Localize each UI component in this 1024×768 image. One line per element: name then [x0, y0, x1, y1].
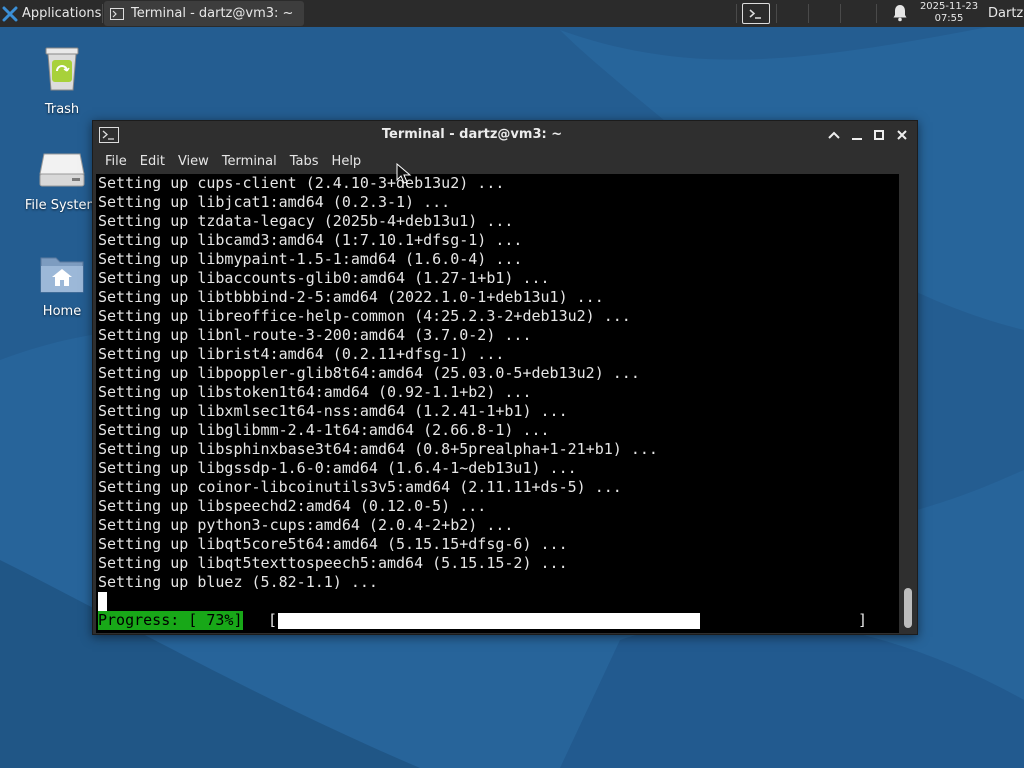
progress-open-bracket: [ — [268, 611, 278, 629]
terminal-line: Setting up libcamd3:amd64 (1:7.10.1+dfsg… — [98, 231, 523, 249]
progress-close-bracket: ] — [858, 611, 868, 629]
desktop-icon-label: Trash — [44, 102, 80, 117]
menu-file[interactable]: File — [99, 154, 133, 169]
user-menu[interactable]: Dartz — [988, 0, 1023, 27]
minimize-icon — [852, 138, 862, 140]
terminal-window: Terminal - dartz@vm3: ~ File Edit View T… — [92, 120, 918, 635]
terminal-line: Setting up libmypaint-1.5-1:amd64 (1.6.0… — [98, 250, 523, 268]
terminal-launcher-button[interactable] — [742, 3, 770, 24]
menu-help[interactable]: Help — [326, 154, 368, 169]
terminal-line: Setting up libsphinxbase3t64:amd64 (0.8+… — [98, 440, 658, 458]
chevron-up-icon — [828, 131, 840, 139]
terminal-line: Setting up libqt5core5t64:amd64 (5.15.15… — [98, 535, 568, 553]
menu-edit[interactable]: Edit — [134, 154, 171, 169]
panel-separator — [840, 4, 841, 23]
menu-tabs[interactable]: Tabs — [284, 154, 325, 169]
terminal-cursor — [98, 592, 107, 611]
home-folder-icon — [40, 257, 84, 293]
terminal-line: Setting up libglibmm-2.4-1t64:amd64 (2.6… — [98, 421, 550, 439]
maximize-button[interactable] — [870, 126, 888, 144]
terminal-line: Setting up libtbbbind-2-5:amd64 (2022.1.… — [98, 288, 604, 306]
maximize-icon — [874, 130, 884, 140]
drive-icon — [39, 153, 85, 187]
shade-button[interactable] — [825, 126, 843, 144]
terminal-line: Setting up coinor-libcoinutils3v5:amd64 … — [98, 478, 622, 496]
panel-separator — [776, 4, 777, 23]
panel-clock[interactable]: 2025-11-23 07:55 — [916, 1, 982, 25]
terminal-icon — [749, 8, 761, 19]
terminal-line: Setting up bluez (5.82-1.1) ... — [98, 573, 378, 591]
terminal-line: Setting up python3-cups:amd64 (2.0.4-2+b… — [98, 516, 514, 534]
terminal-output[interactable]: Setting up bluez (5.82-1.1) ... Setting u… — [96, 174, 899, 633]
clock-date: 2025-11-23 — [919, 1, 979, 12]
terminal-line: Setting up libgssdp-1.6-0:amd64 (1.6.4-1… — [98, 459, 577, 477]
clock-time: 07:55 — [934, 13, 964, 24]
window-titlebar[interactable]: Terminal - dartz@vm3: ~ — [93, 121, 917, 149]
minimize-button[interactable] — [848, 126, 866, 144]
terminal-line: Setting up libaccounts-glib0:amd64 (1.27… — [98, 269, 550, 287]
terminal-line: Setting up libstoken1t64:amd64 (0.92-1.1… — [98, 383, 532, 401]
terminal-line: Setting up libreoffice-help-common (4:25… — [98, 307, 631, 325]
terminal-line: Setting up cups-client (2.4.10-3+deb13u2… — [98, 174, 505, 192]
menu-bar: File Edit View Terminal Tabs Help — [93, 149, 917, 173]
trash-icon — [45, 47, 79, 91]
progress-bar-fill — [278, 613, 700, 629]
terminal-scrollbar[interactable] — [901, 174, 915, 633]
top-panel: Applications ≡ Terminal - dartz@vm3: ~ 2… — [0, 0, 1024, 27]
applications-label: Applications — [22, 6, 102, 21]
menu-view[interactable]: View — [172, 154, 215, 169]
window-title: Terminal - dartz@vm3: ~ — [381, 127, 563, 142]
close-button[interactable] — [893, 126, 911, 144]
terminal-line: Setting up tzdata-legacy (2025b-4+deb13u… — [98, 212, 514, 230]
panel-separator — [808, 4, 809, 23]
mouse-pointer-icon — [396, 163, 412, 184]
taskbar-terminal-button[interactable]: Terminal - dartz@vm3: ~ — [104, 1, 304, 26]
terminal-line: Setting up libjcat1:amd64 (0.2.3-1) ... — [98, 193, 451, 211]
panel-separator — [876, 4, 877, 23]
xfce-logo-icon — [2, 6, 18, 21]
terminal-line: Setting up libnl-route-3-200:amd64 (3.7.… — [98, 326, 532, 344]
notification-bell-icon[interactable] — [892, 4, 908, 26]
terminal-icon — [110, 7, 124, 20]
terminal-line: Setting up libspeechd2:amd64 (0.12.0-5) … — [98, 497, 487, 515]
progress-label: Progress: [ 73%] — [98, 611, 243, 630]
panel-separator — [736, 4, 737, 23]
scrollbar-thumb[interactable] — [904, 588, 912, 628]
desktop-icon-trash[interactable]: Trash — [20, 44, 104, 117]
close-icon — [897, 130, 907, 140]
terminal-line: Setting up librist4:amd64 (0.2.11+dfsg-1… — [98, 345, 505, 363]
terminal-line: Setting up libpoppler-glib8t64:amd64 (25… — [98, 364, 640, 382]
terminal-line: Setting up libqt5texttospeech5:amd64 (5.… — [98, 554, 568, 572]
applications-menu[interactable]: Applications ≡ — [2, 0, 118, 27]
menu-terminal[interactable]: Terminal — [216, 154, 283, 169]
panel-separator — [102, 4, 103, 23]
taskbar-terminal-title: Terminal - dartz@vm3: ~ — [131, 6, 294, 21]
terminal-line: Setting up libxmlsec1t64-nss:amd64 (1.2.… — [98, 402, 568, 420]
